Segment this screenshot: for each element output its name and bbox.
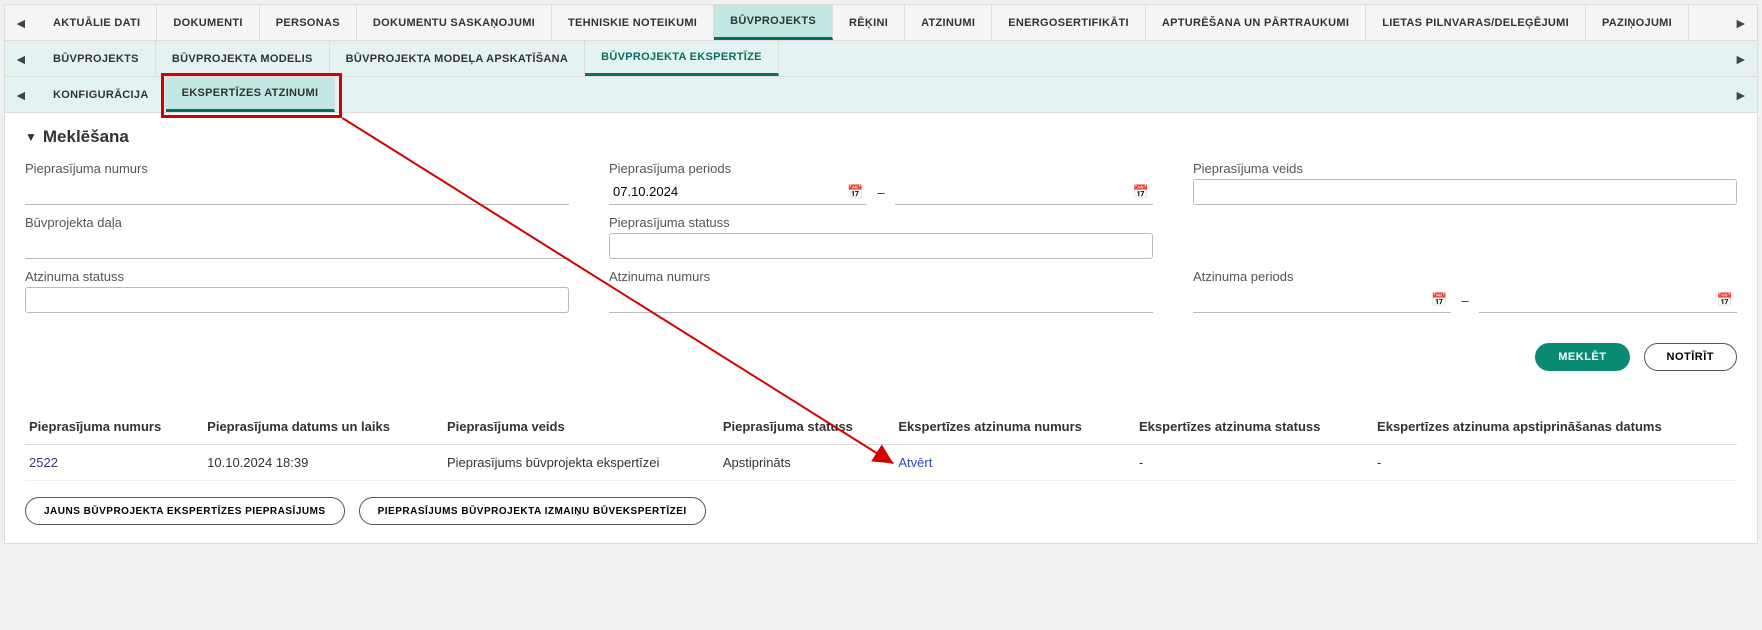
input-project-part[interactable] (25, 233, 569, 259)
clear-button[interactable]: Notīrīt (1644, 343, 1738, 371)
new-request-button[interactable]: Jauns būvprojekta ekspertīzes pieprasīju… (25, 497, 345, 525)
calendar-icon[interactable]: 📅 (847, 184, 867, 200)
tabs-level2: ◄ Būvprojekts Būvprojekta modelis Būvpro… (5, 41, 1757, 77)
range-dash: – (877, 185, 884, 200)
label-project-part: Būvprojekta daļa (25, 215, 569, 230)
th-request-number[interactable]: Pieprasījuma numurs (25, 411, 203, 445)
cell-opinion-date: - (1373, 445, 1737, 481)
tab-sub-modela-apskatisana[interactable]: Būvprojekta modeļa apskatīšana (330, 41, 586, 76)
calendar-icon[interactable]: 📅 (1431, 292, 1451, 308)
input-opinion-period-from[interactable] (1193, 292, 1431, 307)
scroll-left-icon[interactable]: ◄ (5, 77, 37, 112)
label-opinion-period: Atzinuma periods (1193, 269, 1737, 284)
results-table: Pieprasījuma numurs Pieprasījuma datums … (25, 411, 1737, 481)
cell-type: Pieprasījums būvprojekta ekspertīzei (443, 445, 719, 481)
label-request-period: Pieprasījuma periods (609, 161, 1153, 176)
link-open-opinion[interactable]: Atvērt (898, 455, 932, 470)
tab-rekini[interactable]: Rēķini (833, 5, 905, 40)
input-request-period-to[interactable] (895, 184, 1133, 199)
tab-pazinojumi[interactable]: Paziņojumi (1586, 5, 1689, 40)
calendar-icon[interactable]: 📅 (1717, 292, 1737, 308)
scroll-right-icon[interactable]: ► (1725, 5, 1757, 40)
cell-datetime: 10.10.2024 18:39 (203, 445, 443, 481)
th-request-status[interactable]: Pieprasījuma statuss (719, 411, 895, 445)
tab-sub-ekspertize[interactable]: Būvprojekta ekspertīze (585, 41, 779, 76)
cell-status: Apstiprināts (719, 445, 895, 481)
th-request-type[interactable]: Pieprasījuma veids (443, 411, 719, 445)
label-request-number: Pieprasījuma numurs (25, 161, 569, 176)
tab-personas[interactable]: Personas (260, 5, 357, 40)
input-opinion-period-to[interactable] (1479, 292, 1717, 307)
table-row: 2522 10.10.2024 18:39 Pieprasījums būvpr… (25, 445, 1737, 481)
tabs-level3: ◄ Konfigurācija Ekspertīzes atzinumi ► (5, 77, 1757, 113)
tab-buvprojekts[interactable]: Būvprojekts (714, 5, 833, 40)
calendar-icon[interactable]: 📅 (1133, 184, 1153, 200)
tab-atzinumi[interactable]: Atzinumi (905, 5, 992, 40)
tab-sub-buvprojekts[interactable]: Būvprojekts (37, 41, 156, 76)
input-opinion-number[interactable] (609, 287, 1153, 313)
caret-down-icon: ▼ (25, 130, 37, 144)
scroll-left-icon[interactable]: ◄ (5, 41, 37, 76)
th-opinion-date[interactable]: Ekspertīzes atzinuma apstiprināšanas dat… (1373, 411, 1737, 445)
tab-aktualie-dati[interactable]: Aktuālie dati (37, 5, 157, 40)
th-opinion-status[interactable]: Ekspertīzes atzinuma statuss (1135, 411, 1373, 445)
tabs-level1: ◄ Aktuālie dati Dokumenti Personas Dokum… (5, 5, 1757, 41)
label-opinion-number: Atzinuma numurs (609, 269, 1153, 284)
tab-dokumenti[interactable]: Dokumenti (157, 5, 259, 40)
tab-dokumentu-saskanojumi[interactable]: Dokumentu saskaņojumi (357, 5, 552, 40)
th-request-datetime[interactable]: Pieprasījuma datums un laiks (203, 411, 443, 445)
tab-tehniskie-noteikumi[interactable]: Tehniskie noteikumi (552, 5, 714, 40)
input-request-type[interactable] (1193, 179, 1737, 205)
section-title-text: Meklēšana (43, 127, 129, 147)
link-request-number[interactable]: 2522 (29, 455, 58, 470)
changes-request-button[interactable]: Pieprasījums būvprojekta izmaiņu būveksp… (359, 497, 706, 525)
input-request-period-from[interactable] (609, 184, 847, 199)
range-dash: – (1461, 293, 1468, 308)
label-request-status: Pieprasījuma statuss (609, 215, 1153, 230)
scroll-right-icon[interactable]: ► (1725, 41, 1757, 76)
tab-energosertifikati[interactable]: Energosertifikāti (992, 5, 1146, 40)
scroll-left-icon[interactable]: ◄ (5, 5, 37, 40)
tab-apturesana[interactable]: Apturēšana un pārtraukumi (1146, 5, 1366, 40)
search-button[interactable]: Meklēt (1535, 343, 1629, 371)
th-opinion-number[interactable]: Ekspertīzes atzinuma numurs (894, 411, 1135, 445)
tab-konfiguracija[interactable]: Konfigurācija (37, 77, 166, 112)
tab-pilnvaras[interactable]: Lietas pilnvaras/deleģējumi (1366, 5, 1586, 40)
input-request-status[interactable] (609, 233, 1153, 259)
input-opinion-status[interactable] (25, 287, 569, 313)
scroll-right-icon[interactable]: ► (1725, 77, 1757, 112)
filter-grid: Pieprasījuma numurs Pieprasījuma periods… (25, 161, 1737, 313)
section-toggle-meklesana[interactable]: ▼ Meklēšana (25, 127, 1737, 147)
input-request-number[interactable] (25, 179, 569, 205)
label-request-type: Pieprasījuma veids (1193, 161, 1737, 176)
tab-ekspertizes-atzinumi[interactable]: Ekspertīzes atzinumi (166, 77, 336, 112)
tab-sub-modelis[interactable]: Būvprojekta modelis (156, 41, 330, 76)
cell-opinion-status: - (1135, 445, 1373, 481)
label-opinion-status: Atzinuma statuss (25, 269, 569, 284)
